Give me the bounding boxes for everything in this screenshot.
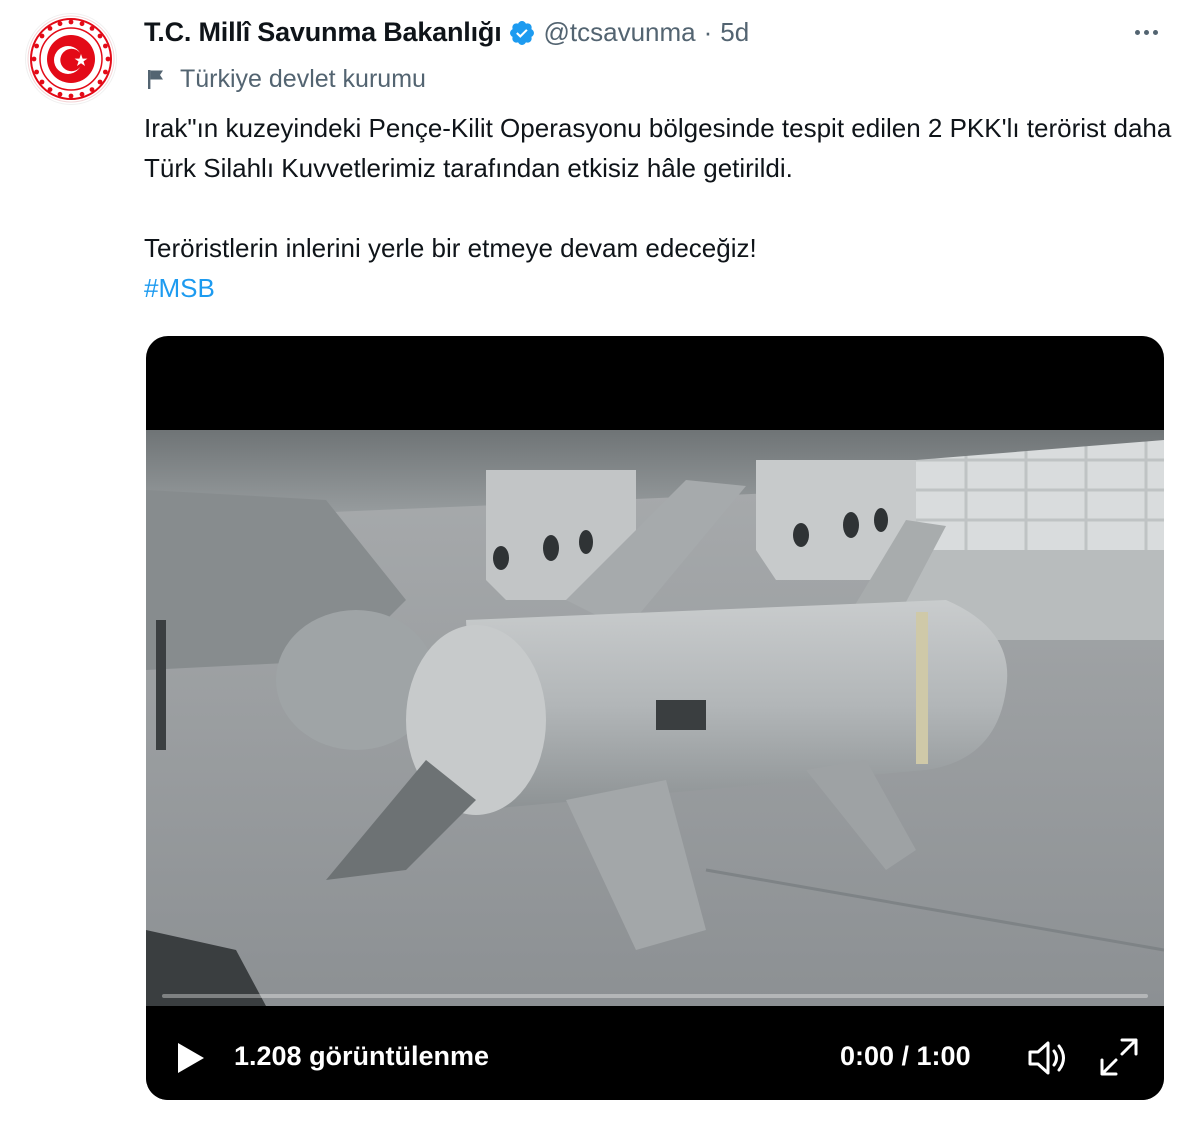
account-label[interactable]: Türkiye devlet kurumu <box>146 62 426 96</box>
verified-badge-icon <box>509 21 534 45</box>
author-handle[interactable]: @tcsavunma <box>544 17 696 48</box>
video-progress-bar[interactable] <box>162 994 1148 998</box>
ministry-seal-icon <box>27 15 115 103</box>
video-controls: 1.208 görüntülenme 0:00 / 1:00 <box>146 1006 1164 1100</box>
more-dot <box>1152 29 1158 35</box>
more-dot <box>1134 29 1140 35</box>
flag-icon <box>148 70 163 89</box>
account-label-text: Türkiye devlet kurumu <box>180 64 426 93</box>
tweet: T.C. Millî Savunma Bakanlığı @tcsavunma … <box>0 0 1200 1122</box>
separator-dot: · <box>703 16 713 47</box>
author-display-name[interactable]: T.C. Millî Savunma Bakanlığı <box>144 17 502 48</box>
video-player[interactable]: 1.208 görüntülenme 0:00 / 1:00 <box>146 336 1164 1100</box>
more-options-button[interactable] <box>1128 18 1164 46</box>
video-time: 0:00 / 1:00 <box>840 1041 971 1071</box>
tweet-text-paragraph: Teröristlerin inlerini yerle bir etmeye … <box>144 233 757 263</box>
avatar[interactable] <box>26 14 116 104</box>
hashtag-link[interactable]: #MSB <box>144 268 215 308</box>
tweet-text-paragraph: Irak"ın kuzeyindeki Pençe-Kilit Operasyo… <box>144 113 1172 183</box>
tweet-timestamp[interactable]: 5d <box>720 17 749 48</box>
play-icon[interactable] <box>172 1040 208 1076</box>
video-frame[interactable] <box>146 430 1164 1006</box>
volume-icon[interactable] <box>1026 1038 1070 1078</box>
tweet-header: T.C. Millî Savunma Bakanlığı @tcsavunma … <box>144 14 749 50</box>
fullscreen-icon[interactable] <box>1098 1036 1140 1078</box>
view-count: 1.208 görüntülenme <box>234 1041 490 1071</box>
more-dot <box>1143 29 1149 35</box>
